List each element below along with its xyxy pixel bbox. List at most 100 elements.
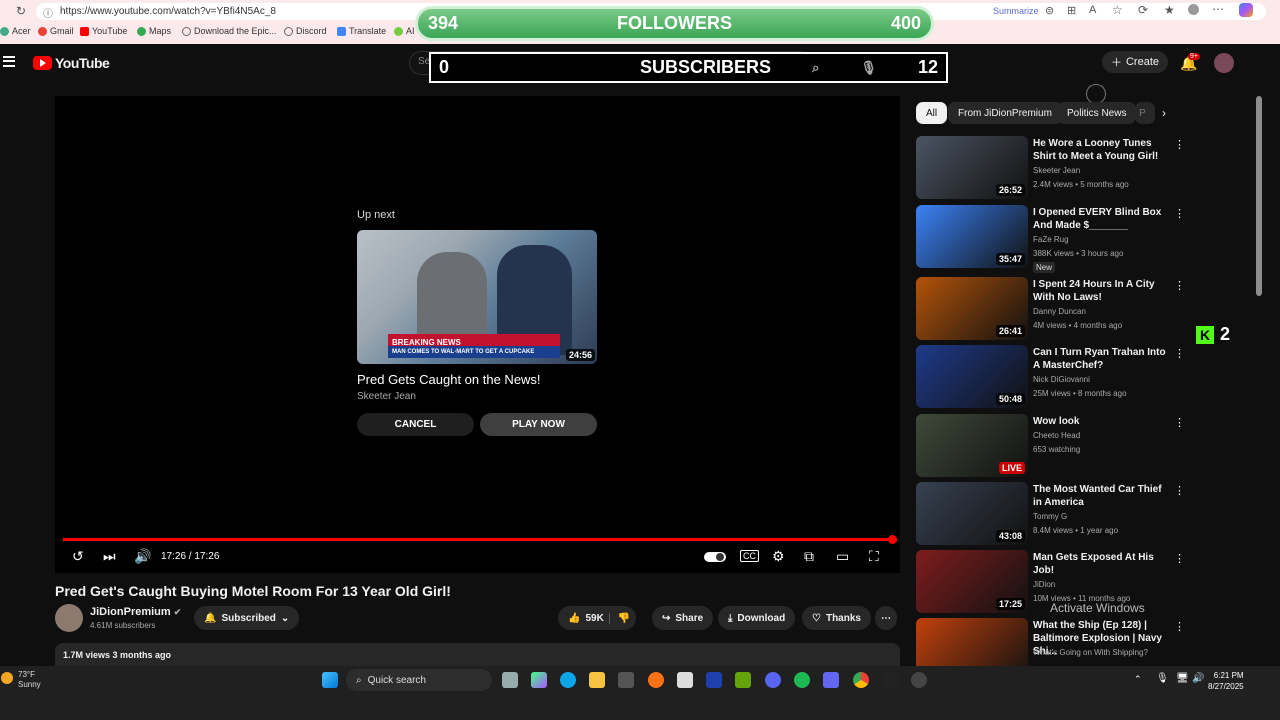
video-menu-icon[interactable]: ⋮ bbox=[1174, 552, 1185, 565]
youtube-logo[interactable]: YouTube bbox=[33, 55, 110, 71]
video-channel[interactable]: Cheeto Head bbox=[1033, 431, 1080, 440]
video-thumbnail[interactable]: 26:52 bbox=[916, 136, 1028, 199]
video-menu-icon[interactable]: ⋮ bbox=[1174, 620, 1185, 633]
video-channel[interactable]: Danny Duncan bbox=[1033, 307, 1086, 316]
file-explorer-icon[interactable] bbox=[589, 672, 605, 688]
menu-icon[interactable] bbox=[3, 56, 15, 67]
video-menu-icon[interactable]: ⋮ bbox=[1174, 416, 1185, 429]
video-channel[interactable]: Nick DiGiovanni bbox=[1033, 375, 1090, 384]
scrollbar[interactable] bbox=[1256, 96, 1262, 296]
video-menu-icon[interactable]: ⋮ bbox=[1174, 279, 1185, 292]
video-thumbnail[interactable]: 26:41 bbox=[916, 277, 1028, 340]
video-thumbnail[interactable]: 17:25 bbox=[916, 550, 1028, 613]
mic-icon[interactable]: 🎙 bbox=[860, 60, 877, 76]
video-thumbnail[interactable]: 43:08 bbox=[916, 482, 1028, 545]
video-title[interactable]: Can I Turn Ryan Trahan Into A MasterChef… bbox=[1033, 346, 1168, 372]
tray-chevron-icon[interactable]: ⌃ bbox=[1134, 674, 1142, 685]
bookmark-epic[interactable]: Download the Epic... bbox=[182, 26, 277, 36]
bookmark-ai[interactable]: AI bbox=[394, 26, 415, 36]
network-icon[interactable]: 🖥 bbox=[1176, 673, 1189, 684]
video-channel[interactable]: JiDion bbox=[1033, 580, 1055, 589]
miniplayer-icon[interactable]: ⧉ bbox=[804, 548, 814, 565]
text-size-icon[interactable]: A bbox=[1089, 4, 1096, 16]
app3-icon[interactable] bbox=[823, 672, 839, 688]
subscribed-button[interactable]: 🔔 Subscribed ⌄ bbox=[194, 606, 300, 630]
taskbar-search[interactable]: ⌕ Quick search bbox=[346, 669, 492, 691]
more-icon[interactable]: ⋯ bbox=[1212, 2, 1224, 16]
reload-icon[interactable]: ↻ bbox=[16, 4, 26, 18]
settings-icon[interactable]: ⚙ bbox=[772, 548, 785, 565]
chrome-icon[interactable] bbox=[853, 672, 869, 688]
bookmark-youtube[interactable]: YouTube bbox=[80, 26, 127, 36]
theater-icon[interactable]: ▭ bbox=[836, 548, 849, 565]
chip-from-channel[interactable]: From JiDionPremium bbox=[948, 102, 1062, 124]
chip-all[interactable]: All bbox=[916, 102, 948, 124]
bookmark-acer[interactable]: Acer bbox=[0, 26, 31, 36]
chevron-right-icon[interactable]: › bbox=[1162, 106, 1166, 120]
progress-scrubber[interactable] bbox=[888, 535, 897, 544]
volume-tray-icon[interactable]: 🔊 bbox=[1192, 673, 1204, 684]
calendar-icon[interactable] bbox=[618, 672, 634, 688]
profile-icon[interactable] bbox=[1188, 4, 1199, 15]
start-icon[interactable] bbox=[322, 672, 338, 688]
obs-icon[interactable] bbox=[911, 672, 927, 688]
favorite-icon[interactable]: ☆ bbox=[1112, 3, 1123, 17]
video-menu-icon[interactable]: ⋮ bbox=[1174, 138, 1185, 151]
mic-tray-icon[interactable]: 🎙 bbox=[1156, 673, 1169, 684]
download-button[interactable]: ⤓ Download bbox=[718, 606, 796, 630]
next-icon[interactable]: ⏭ bbox=[103, 548, 116, 565]
app2-icon[interactable] bbox=[735, 672, 751, 688]
firefox-icon[interactable] bbox=[648, 672, 664, 688]
replay-icon[interactable]: ↺ bbox=[72, 548, 84, 565]
progress-bar[interactable] bbox=[63, 538, 893, 541]
chip-more[interactable]: P bbox=[1135, 102, 1155, 124]
thanks-button[interactable]: ♡ Thanks bbox=[802, 606, 871, 630]
video-title[interactable]: The Most Wanted Car Thief in America bbox=[1033, 483, 1168, 509]
task-view-icon[interactable] bbox=[502, 672, 518, 688]
video-title[interactable]: He Wore a Looney Tunes Shirt to Meet a Y… bbox=[1033, 137, 1168, 163]
app4-icon[interactable] bbox=[882, 672, 898, 688]
video-channel[interactable]: What's Going on With Shipping? bbox=[1033, 648, 1148, 657]
video-title[interactable]: I Spent 24 Hours In A City With No Laws! bbox=[1033, 278, 1168, 304]
video-title[interactable]: I Opened EVERY Blind Box And Made $_____… bbox=[1033, 206, 1168, 232]
account-avatar[interactable] bbox=[1214, 53, 1234, 73]
discord-icon[interactable] bbox=[765, 672, 781, 688]
copilot-taskbar-icon[interactable] bbox=[531, 672, 547, 688]
cancel-button[interactable]: CANCEL bbox=[357, 413, 474, 436]
like-button[interactable]: 👍 59K 👎 bbox=[558, 606, 637, 630]
captions-icon[interactable]: CC bbox=[740, 550, 759, 562]
video-menu-icon[interactable]: ⋮ bbox=[1174, 207, 1185, 220]
spotify-icon[interactable] bbox=[794, 672, 810, 688]
weather-widget[interactable]: 73°F Sunny bbox=[18, 670, 41, 690]
bookmark-gmail[interactable]: Gmail bbox=[38, 26, 74, 36]
video-thumbnail[interactable]: 50:48 bbox=[916, 345, 1028, 408]
steam-icon[interactable] bbox=[706, 672, 722, 688]
edge-icon[interactable] bbox=[560, 672, 576, 688]
channel-avatar[interactable] bbox=[55, 604, 83, 632]
play-now-button[interactable]: PLAY NOW bbox=[480, 413, 597, 436]
bookmark-maps[interactable]: Maps bbox=[137, 26, 171, 36]
video-menu-icon[interactable]: ⋮ bbox=[1174, 484, 1185, 497]
read-aloud-icon[interactable]: ⊜ bbox=[1045, 4, 1054, 17]
app-icon[interactable] bbox=[677, 672, 693, 688]
search-icon[interactable]: ⌕ bbox=[812, 60, 819, 76]
autoplay-toggle[interactable] bbox=[704, 552, 726, 562]
favorites-icon[interactable]: ★ bbox=[1164, 3, 1175, 17]
copilot-icon[interactable] bbox=[1239, 3, 1253, 17]
volume-icon[interactable]: 🔊 bbox=[134, 548, 151, 565]
video-thumbnail[interactable]: 35:47 bbox=[916, 205, 1028, 268]
url-text[interactable]: https://www.youtube.com/watch?v=YBfi4N5A… bbox=[60, 6, 276, 17]
video-channel[interactable]: Skeeter Jean bbox=[1033, 166, 1080, 175]
channel-name[interactable]: JiDionPremium ✔ bbox=[90, 606, 181, 618]
apps-icon[interactable]: ⊞ bbox=[1067, 4, 1076, 17]
video-title[interactable]: Man Gets Exposed At His Job! bbox=[1033, 551, 1168, 577]
up-next-title[interactable]: Pred Gets Caught on the News! bbox=[357, 372, 541, 387]
video-thumbnail[interactable]: LIVE bbox=[916, 414, 1028, 477]
site-info-icon[interactable]: ⓘ bbox=[43, 5, 53, 20]
video-title[interactable]: Wow look bbox=[1033, 415, 1168, 428]
dislike-icon[interactable]: 👎 bbox=[608, 612, 630, 624]
fullscreen-icon[interactable]: ⛶ bbox=[869, 548, 879, 565]
video-channel[interactable]: FaZe Rug bbox=[1033, 235, 1069, 244]
video-channel[interactable]: Tommy G bbox=[1033, 512, 1067, 521]
more-actions-button[interactable]: ⋯ bbox=[875, 606, 897, 630]
